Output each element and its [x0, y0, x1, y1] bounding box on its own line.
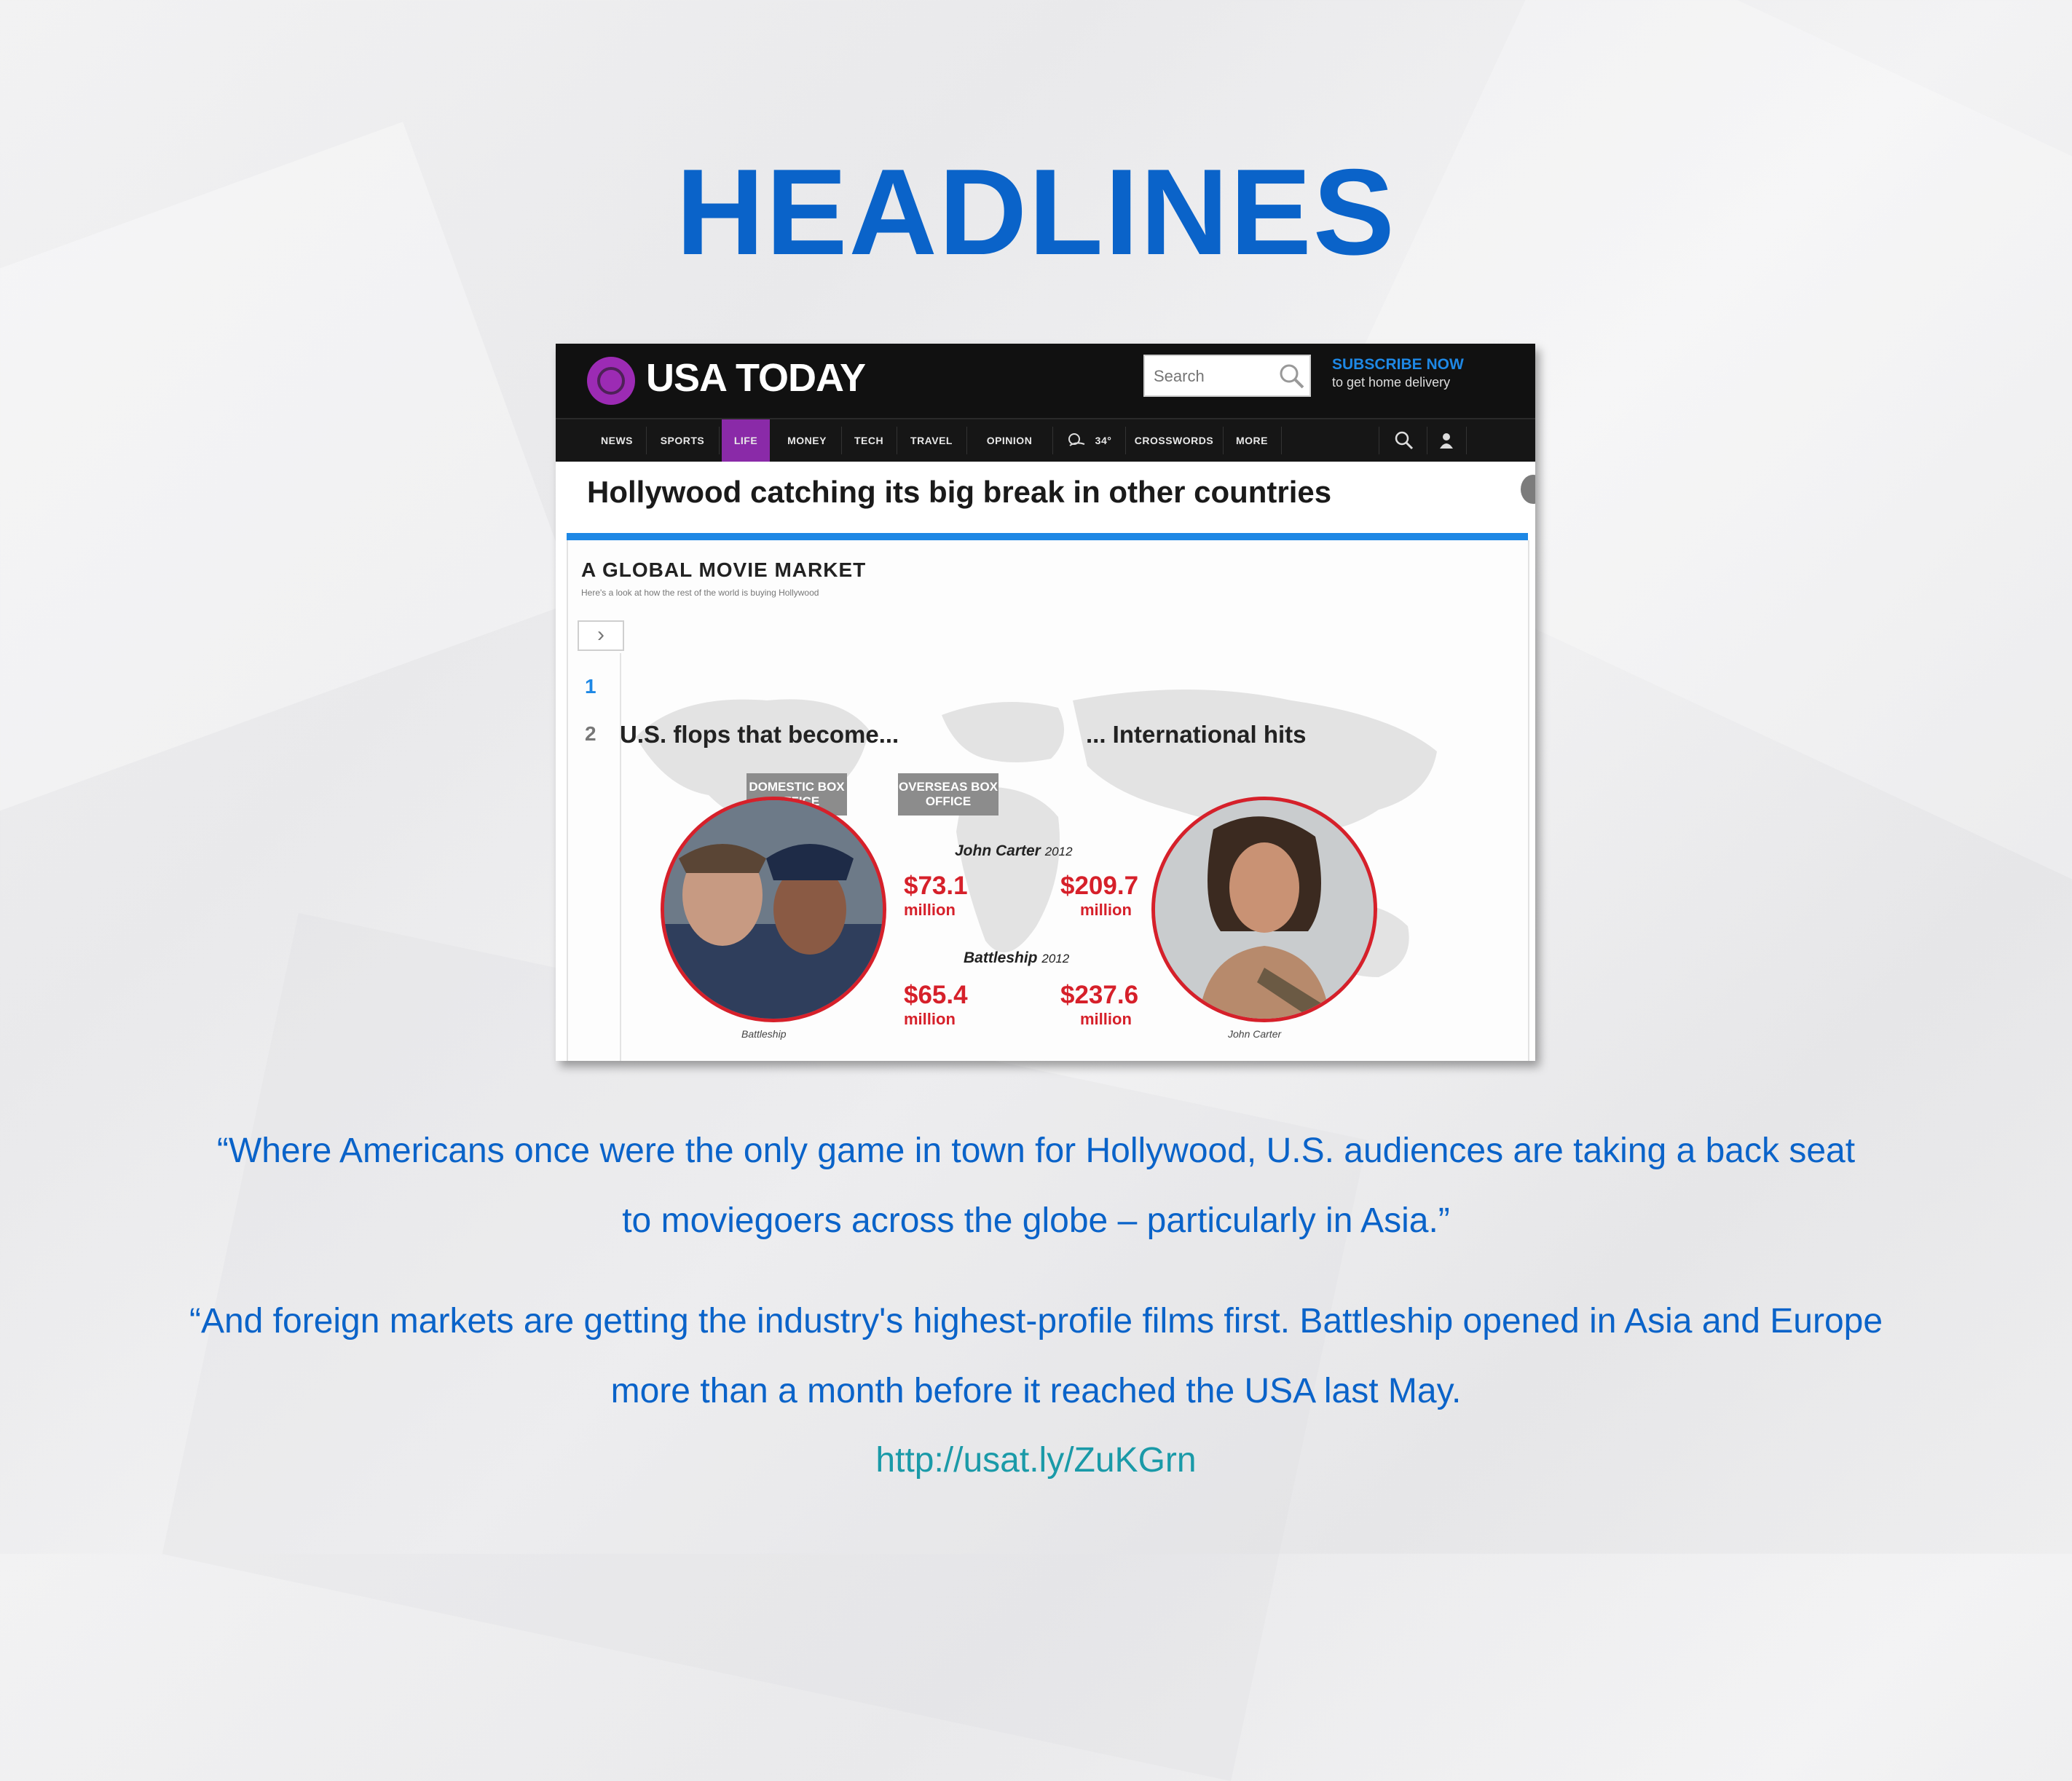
quote-2-line-2: more than a month before it reached the …: [610, 1372, 1462, 1410]
search-input[interactable]: [1152, 363, 1264, 390]
right-heading: ... International hits: [1086, 721, 1307, 748]
page-1-link[interactable]: 1: [585, 675, 596, 698]
domestic-unit: million: [904, 1010, 956, 1028]
divider: [567, 533, 1528, 540]
film-title: John Carter 2012: [955, 842, 1073, 859]
weather-icon[interactable]: [1065, 430, 1087, 451]
close-icon[interactable]: [1521, 475, 1535, 504]
domestic-value: $65.4: [904, 981, 968, 1009]
nav-bar: NEWS SPORTS LIFE MONEY TECH TRAVEL OPINI…: [556, 418, 1535, 462]
nav-item-money[interactable]: MONEY: [773, 419, 841, 462]
nav-item-sports[interactable]: SPORTS: [646, 419, 719, 462]
overseas-unit: million: [1080, 901, 1132, 919]
john-carter-photo: [1151, 797, 1377, 1022]
search-icon[interactable]: [1393, 430, 1415, 451]
search-icon[interactable]: [1277, 362, 1307, 391]
overseas-value: $209.7: [1060, 872, 1139, 900]
portrait-caption: John Carter: [1228, 1028, 1282, 1040]
source-link[interactable]: http://usat.ly/ZuKGrn: [0, 1440, 2072, 1480]
quote-1-line-1: “Where Americans once were the only game…: [216, 1132, 1856, 1170]
article-headline[interactable]: Hollywood catching its big break in othe…: [587, 475, 1331, 510]
site-logo-text[interactable]: USA TODAY: [646, 355, 866, 400]
battleship-photo: [661, 797, 886, 1022]
subscribe-link[interactable]: SUBSCRIBE NOW: [1332, 356, 1464, 374]
user-icon[interactable]: [1435, 430, 1457, 451]
overseas-label: OVERSEAS BOX OFFICE: [898, 773, 998, 816]
overseas-unit: million: [1080, 1010, 1132, 1028]
page-selector: [576, 653, 621, 1061]
nav-item-news[interactable]: NEWS: [588, 419, 646, 462]
slide-title: HEADLINES: [676, 143, 1396, 280]
site-header: USA TODAY SUBSCRIBE NOW to get home deli…: [556, 344, 1535, 418]
nav-item-life[interactable]: LIFE: [722, 419, 770, 462]
portrait-caption: Battleship: [741, 1028, 787, 1040]
nav-item-more[interactable]: MORE: [1223, 419, 1281, 462]
domestic-unit: million: [904, 901, 956, 919]
graphic-subtitle: Here's a look at how the rest of the wor…: [581, 588, 819, 598]
nav-item-tech[interactable]: TECH: [841, 419, 897, 462]
page-2-link[interactable]: 2: [585, 722, 596, 746]
nav-item-opinion[interactable]: OPINION: [966, 419, 1052, 462]
nav-item-weather[interactable]: 34°: [1089, 419, 1118, 462]
search-box[interactable]: [1143, 355, 1311, 397]
usatoday-logo-icon[interactable]: [587, 357, 635, 405]
graphic-title: A GLOBAL MOVIE MARKET: [581, 558, 867, 581]
left-heading: U.S. flops that become...: [620, 721, 899, 748]
domestic-value: $73.1: [904, 872, 968, 900]
usatoday-screenshot: USA TODAY SUBSCRIBE NOW to get home deli…: [556, 344, 1535, 1061]
nav-item-travel[interactable]: TRAVEL: [897, 419, 966, 462]
overseas-value: $237.6: [1060, 981, 1139, 1009]
quote-1-line-2: to moviegoers across the globe – particu…: [622, 1201, 1450, 1240]
subscribe-subtext: to get home delivery: [1332, 375, 1451, 390]
film-title: Battleship 2012: [964, 949, 1070, 966]
quote-2-line-1: “And foreign markets are getting the ind…: [189, 1302, 1883, 1340]
nav-item-crosswords[interactable]: CROSSWORDS: [1125, 419, 1223, 462]
next-arrow-button[interactable]: ›: [578, 620, 624, 651]
